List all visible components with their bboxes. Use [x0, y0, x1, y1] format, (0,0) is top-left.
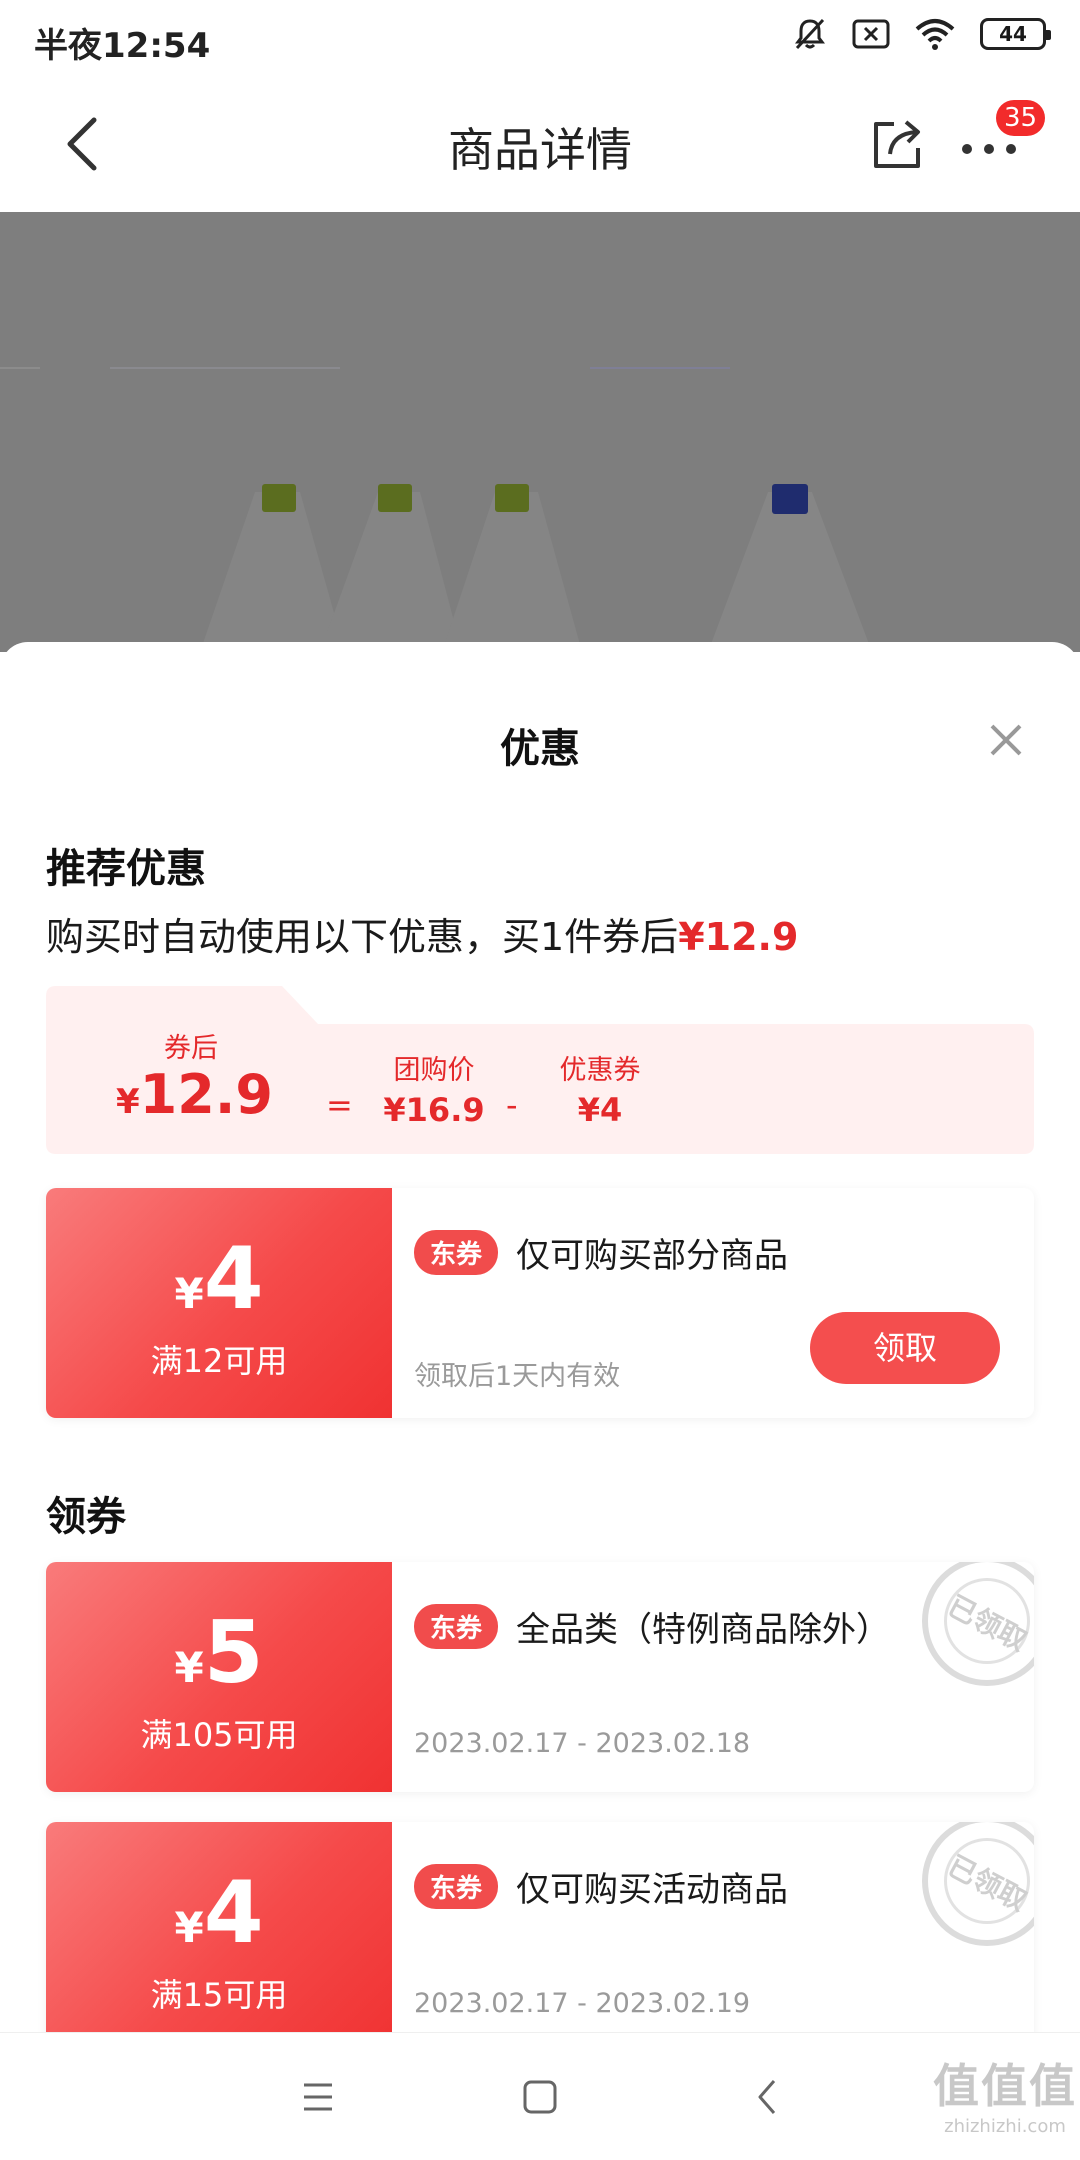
- after-coupon-yen: ¥: [116, 1082, 140, 1122]
- app-header: 商品详情: [0, 76, 1080, 212]
- battery-level: 44: [999, 22, 1027, 46]
- coupon-tag: 东券: [414, 1604, 499, 1649]
- coupon-amount: 4: [203, 1863, 264, 1963]
- watermark-url: zhizhizhi.com: [944, 2116, 1066, 2137]
- coupon-description: 仅可购买部分商品: [516, 1236, 788, 1276]
- claimed-stamp: 已领取: [922, 1822, 1034, 1946]
- coupon-yen: ¥: [174, 1269, 204, 1318]
- group-price: 团购价 ¥16.9: [374, 1048, 494, 1129]
- claim-button[interactable]: 领取: [810, 1312, 1000, 1384]
- coupon-amount: 4: [203, 1229, 264, 1329]
- coupon-date-range: 2023.02.17 - 2023.02.18: [414, 1728, 751, 1759]
- coupon-condition: 满15可用: [150, 1976, 288, 2014]
- coupon-value-panel: ¥5 满105可用: [46, 1562, 392, 1792]
- coupon-discount: 优惠券 ¥4: [540, 1048, 660, 1129]
- collect-coupons-title: 领券: [46, 1494, 126, 1540]
- recommend-desc-text: 购买时自动使用以下优惠，买1件券后: [46, 915, 679, 959]
- coupon-yen: ¥: [174, 1643, 204, 1692]
- home-icon: [523, 2080, 557, 2114]
- coupon-card[interactable]: ¥4 满15可用 东券 仅可购买活动商品 2023.02.17 - 2023.0…: [46, 1822, 1034, 2032]
- menu-button[interactable]: [298, 2077, 338, 2117]
- mute-icon: [795, 18, 825, 50]
- status-icons: 44: [792, 16, 1051, 52]
- sim-off-icon: [852, 19, 890, 49]
- group-price-label: 团购价: [393, 1055, 475, 1086]
- coupon-validity: 领取后1天内有效: [414, 1361, 621, 1392]
- coupon-value-panel: ¥4 满15可用: [46, 1822, 392, 2032]
- equals-sign: =: [326, 1086, 353, 1124]
- nav-back-button[interactable]: [748, 2077, 788, 2117]
- coupon-tag: 东券: [414, 1230, 499, 1275]
- wifi-icon: [915, 19, 955, 50]
- coupon-tag: 东券: [414, 1864, 499, 1909]
- after-coupon-value: 12.9: [139, 1063, 273, 1126]
- coupon-discount-label: 优惠券: [559, 1055, 641, 1086]
- minus-sign: -: [506, 1086, 518, 1124]
- battery-icon: 44: [980, 18, 1051, 50]
- status-time: 半夜12:54: [34, 26, 211, 66]
- coupon-amount: 5: [203, 1603, 264, 1703]
- after-coupon-price: 券后 ¥12.9: [116, 1026, 273, 1124]
- coupon-value-panel: ¥4 满12可用: [46, 1188, 392, 1418]
- share-icon: [874, 120, 920, 168]
- coupon-description: 全品类（特例商品除外）: [516, 1610, 890, 1650]
- after-coupon-label: 券后: [164, 1033, 218, 1064]
- coupon-yen: ¥: [174, 1903, 204, 1952]
- coupon-card[interactable]: ¥5 满105可用 东券 全品类（特例商品除外） 2023.02.17 - 20…: [46, 1562, 1034, 1792]
- claimed-stamp: 已领取: [922, 1562, 1034, 1686]
- back-nav-icon: [758, 2080, 776, 2114]
- discount-sheet: 优惠 推荐优惠 购买时自动使用以下优惠，买1件券后¥12.9 券后 ¥12.9 …: [0, 642, 1080, 2032]
- sheet-title: 优惠: [500, 726, 580, 772]
- recommend-coupon-card: ¥4 满12可用 东券 仅可购买部分商品 领取后1天内有效 领取: [46, 1188, 1034, 1418]
- close-icon: [990, 724, 1022, 756]
- more-icon: [962, 144, 1032, 154]
- coupon-condition: 满12可用: [150, 1342, 288, 1380]
- product-image: [0, 212, 1080, 652]
- home-button[interactable]: [520, 2077, 560, 2117]
- price-breakdown: 券后 ¥12.9 = 团购价 ¥16.9 - 优惠券 ¥4: [46, 986, 1034, 1154]
- system-nav-bar: [0, 2032, 1080, 2160]
- recommend-desc-price: ¥12.9: [678, 915, 799, 959]
- group-price-value: ¥16.9: [383, 1091, 485, 1129]
- watermark-logo: 值值值: [933, 2059, 1077, 2113]
- coupon-date-range: 2023.02.17 - 2023.02.19: [414, 1988, 751, 2019]
- status-bar: 半夜12:54 44: [0, 0, 1080, 76]
- recommend-description: 购买时自动使用以下优惠，买1件券后¥12.9: [46, 906, 798, 961]
- share-button[interactable]: [868, 114, 928, 174]
- coupon-description: 仅可购买活动商品: [516, 1870, 788, 1910]
- recommend-title: 推荐优惠: [46, 846, 206, 892]
- coupon-discount-value: ¥4: [577, 1091, 623, 1129]
- coupon-condition: 满105可用: [140, 1716, 298, 1754]
- menu-icon: [304, 2083, 332, 2111]
- watermark: 值值值 zhizhizhi.com: [930, 2050, 1080, 2137]
- message-badge: 35: [996, 100, 1046, 136]
- close-button[interactable]: [986, 720, 1026, 760]
